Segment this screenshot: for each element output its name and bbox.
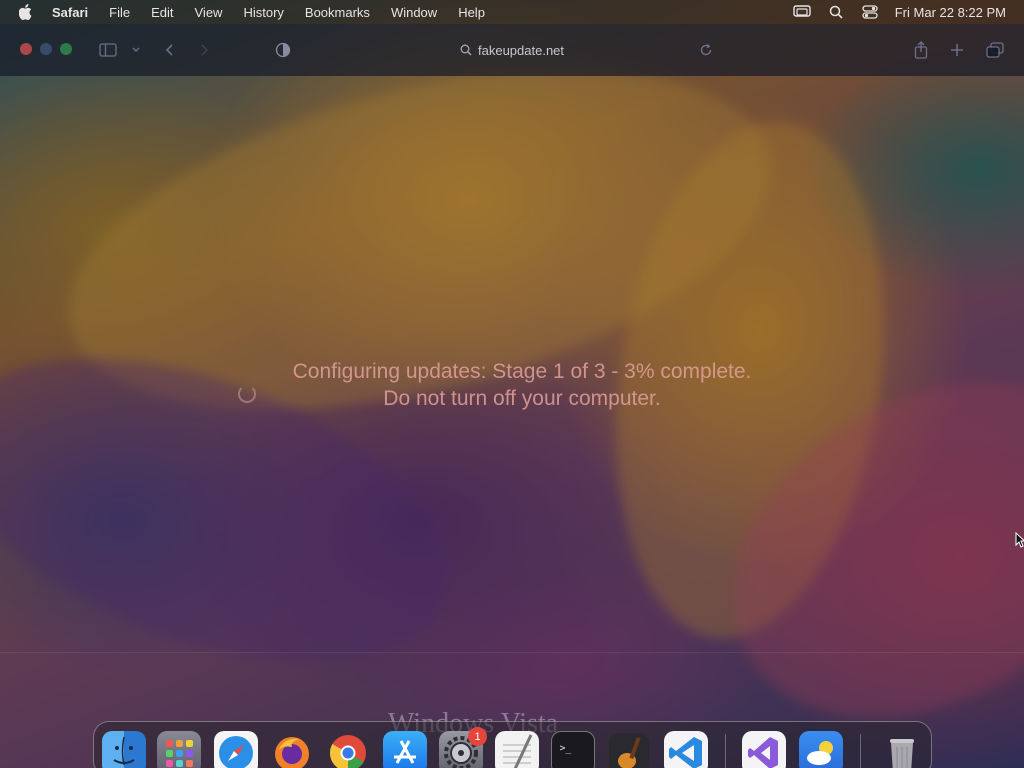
dock-separator <box>860 734 861 768</box>
garageband-icon[interactable] <box>607 731 651 768</box>
share-icon[interactable] <box>911 40 931 60</box>
spotlight-search-icon[interactable] <box>827 5 845 19</box>
safari-icon[interactable] <box>214 731 258 768</box>
privacy-report-icon[interactable] <box>273 40 293 60</box>
svg-text:>_: >_ <box>560 743 572 754</box>
finder-icon[interactable] <box>102 731 146 768</box>
divider <box>0 652 1024 653</box>
maximize-button[interactable] <box>60 43 72 55</box>
browser-toolbar: fakeupdate.net <box>0 24 1024 76</box>
dock: >_ <box>93 721 932 768</box>
window-controls <box>20 43 80 55</box>
textedit-icon[interactable] <box>495 731 539 768</box>
update-status-line: Configuring updates: Stage 1 of 3 - 3% c… <box>292 360 752 383</box>
menu-app-name[interactable]: Safari <box>52 5 88 20</box>
launchpad-icon[interactable] <box>157 731 201 768</box>
reload-icon[interactable] <box>696 40 716 60</box>
menu-bookmarks[interactable]: Bookmarks <box>305 5 370 20</box>
weather-icon[interactable] <box>799 731 843 768</box>
notification-badge: 1 <box>468 727 487 746</box>
mouse-cursor-icon <box>1015 531 1024 548</box>
visual-studio-icon[interactable] <box>742 731 786 768</box>
sidebar-toggle-icon[interactable] <box>98 40 118 60</box>
url-text[interactable]: fakeupdate.net <box>478 43 564 58</box>
dock-separator <box>725 734 726 768</box>
terminal-icon[interactable]: >_ <box>551 731 595 768</box>
menu-window[interactable]: Window <box>391 5 437 20</box>
menu-file[interactable]: File <box>109 5 130 20</box>
tab-overview-icon[interactable] <box>985 40 1005 60</box>
menubar-clock[interactable]: Fri Mar 22 8:22 PM <box>895 5 1006 20</box>
screen-mirroring-icon[interactable] <box>793 5 811 19</box>
menu-bar: Safari File Edit View History Bookmarks … <box>0 0 1024 24</box>
menu-history[interactable]: History <box>243 5 283 20</box>
close-button[interactable] <box>20 43 32 55</box>
minimize-button[interactable] <box>40 43 52 55</box>
chrome-icon[interactable] <box>326 731 370 768</box>
trash-icon[interactable] <box>880 731 924 768</box>
app-store-icon[interactable] <box>383 731 427 768</box>
menu-help[interactable]: Help <box>458 5 485 20</box>
chevron-down-icon[interactable] <box>126 40 146 60</box>
back-button[interactable] <box>160 40 180 60</box>
menu-edit[interactable]: Edit <box>151 5 173 20</box>
update-message: Configuring updates: Stage 1 of 3 - 3% c… <box>0 358 1024 412</box>
apple-icon[interactable] <box>18 4 34 20</box>
visual-studio-code-icon[interactable] <box>664 731 708 768</box>
firefox-icon[interactable] <box>270 731 314 768</box>
forward-button[interactable] <box>194 40 214 60</box>
search-icon <box>460 44 472 56</box>
new-tab-icon[interactable] <box>947 40 967 60</box>
update-warning-line: Do not turn off your computer. <box>383 387 661 410</box>
menu-view[interactable]: View <box>195 5 223 20</box>
address-bar[interactable]: fakeupdate.net <box>460 40 564 60</box>
control-center-icon[interactable] <box>861 5 879 19</box>
